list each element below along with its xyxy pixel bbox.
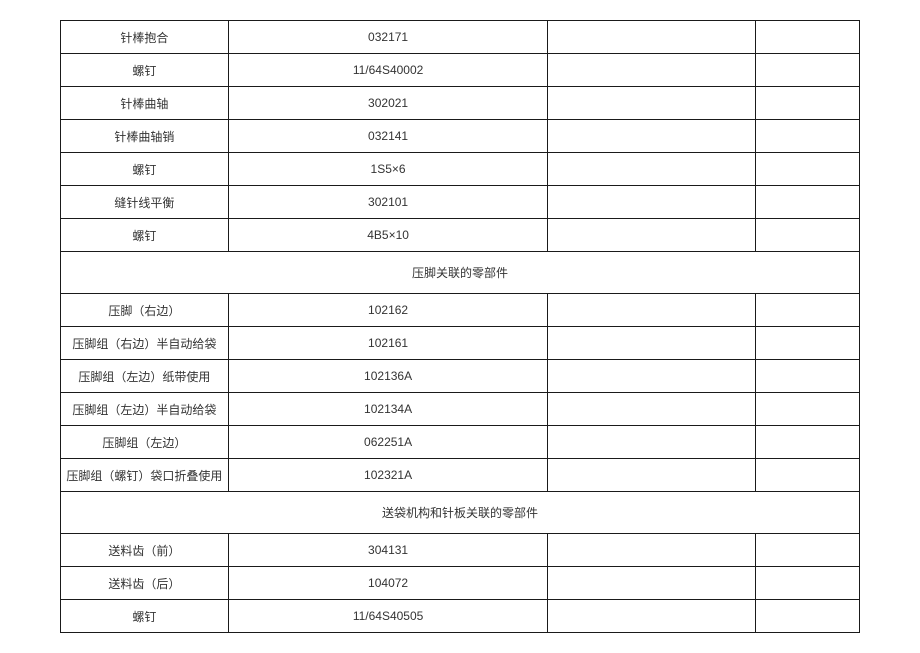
table-row: 缝针线平衡302101 [61, 186, 860, 219]
table-cell: 螺钉 [61, 219, 229, 252]
table-row: 螺钉11/64S40002 [61, 54, 860, 87]
table-cell: 压脚组（螺钉）袋口折叠使用 [61, 459, 229, 492]
table-cell: 102162 [228, 294, 548, 327]
table-row: 压脚组（左边）062251A [61, 426, 860, 459]
table-cell [548, 294, 756, 327]
table-cell: 304131 [228, 534, 548, 567]
table-cell [756, 426, 860, 459]
table-cell [548, 54, 756, 87]
table-cell: 102321A [228, 459, 548, 492]
table-cell [548, 567, 756, 600]
table-cell [548, 120, 756, 153]
section-header: 压脚关联的零部件 [61, 252, 860, 294]
table-cell [548, 219, 756, 252]
table-cell: 针棒抱合 [61, 21, 229, 54]
table-cell: 062251A [228, 426, 548, 459]
table-cell: 压脚（右边） [61, 294, 229, 327]
table-cell [548, 459, 756, 492]
table-cell: 针棒曲轴销 [61, 120, 229, 153]
table-cell: 302021 [228, 87, 548, 120]
table-row: 螺钉4B5×10 [61, 219, 860, 252]
table-row: 压脚组（右边）半自动给袋102161 [61, 327, 860, 360]
table-cell: 11/64S40002 [228, 54, 548, 87]
table-cell [756, 219, 860, 252]
table-cell: 压脚组（右边）半自动给袋 [61, 327, 229, 360]
table-cell [548, 327, 756, 360]
table-cell: 302101 [228, 186, 548, 219]
table-cell [756, 360, 860, 393]
table-cell [756, 294, 860, 327]
table-row: 压脚组（左边）纸带使用102136A [61, 360, 860, 393]
table-cell [756, 153, 860, 186]
table-row: 针棒抱合032171 [61, 21, 860, 54]
table-cell [548, 426, 756, 459]
table-cell [548, 360, 756, 393]
table-cell: 螺钉 [61, 600, 229, 633]
table-cell: 针棒曲轴 [61, 87, 229, 120]
table-cell [756, 567, 860, 600]
table-row: 针棒曲轴销032141 [61, 120, 860, 153]
table-cell [756, 600, 860, 633]
table-cell [756, 327, 860, 360]
table-row: 压脚组（左边）半自动给袋102134A [61, 393, 860, 426]
table-cell: 压脚组（左边）半自动给袋 [61, 393, 229, 426]
table-cell: 压脚组（左边） [61, 426, 229, 459]
table-cell [548, 393, 756, 426]
table-cell [548, 153, 756, 186]
section-header: 送袋机构和针板关联的零部件 [61, 492, 860, 534]
table-cell: 032171 [228, 21, 548, 54]
table-cell [756, 186, 860, 219]
parts-table: 针棒抱合032171螺钉11/64S40002针棒曲轴302021针棒曲轴销03… [60, 20, 860, 633]
table-cell [548, 186, 756, 219]
table-row: 针棒曲轴302021 [61, 87, 860, 120]
table-cell: 102136A [228, 360, 548, 393]
table-cell [756, 120, 860, 153]
table-row: 螺钉11/64S40505 [61, 600, 860, 633]
table-row: 压脚（右边）102162 [61, 294, 860, 327]
table-cell [756, 87, 860, 120]
table-cell: 032141 [228, 120, 548, 153]
table-cell: 102161 [228, 327, 548, 360]
table-cell: 送料齿（后） [61, 567, 229, 600]
table-row: 螺钉1S5×6 [61, 153, 860, 186]
table-cell: 102134A [228, 393, 548, 426]
table-cell [756, 393, 860, 426]
table-cell: 11/64S40505 [228, 600, 548, 633]
table-row: 压脚关联的零部件 [61, 252, 860, 294]
table-cell: 4B5×10 [228, 219, 548, 252]
table-cell [548, 534, 756, 567]
table-row: 送料齿（后）104072 [61, 567, 860, 600]
table-row: 送料齿（前）304131 [61, 534, 860, 567]
table-cell [756, 21, 860, 54]
table-row: 送袋机构和针板关联的零部件 [61, 492, 860, 534]
table-cell: 104072 [228, 567, 548, 600]
table-cell: 缝针线平衡 [61, 186, 229, 219]
table-cell [548, 21, 756, 54]
table-cell [756, 459, 860, 492]
table-cell: 送料齿（前） [61, 534, 229, 567]
table-cell [756, 54, 860, 87]
table-cell [756, 534, 860, 567]
table-cell: 压脚组（左边）纸带使用 [61, 360, 229, 393]
table-cell [548, 87, 756, 120]
table-cell: 1S5×6 [228, 153, 548, 186]
table-cell: 螺钉 [61, 54, 229, 87]
table-cell [548, 600, 756, 633]
table-row: 压脚组（螺钉）袋口折叠使用102321A [61, 459, 860, 492]
table-cell: 螺钉 [61, 153, 229, 186]
